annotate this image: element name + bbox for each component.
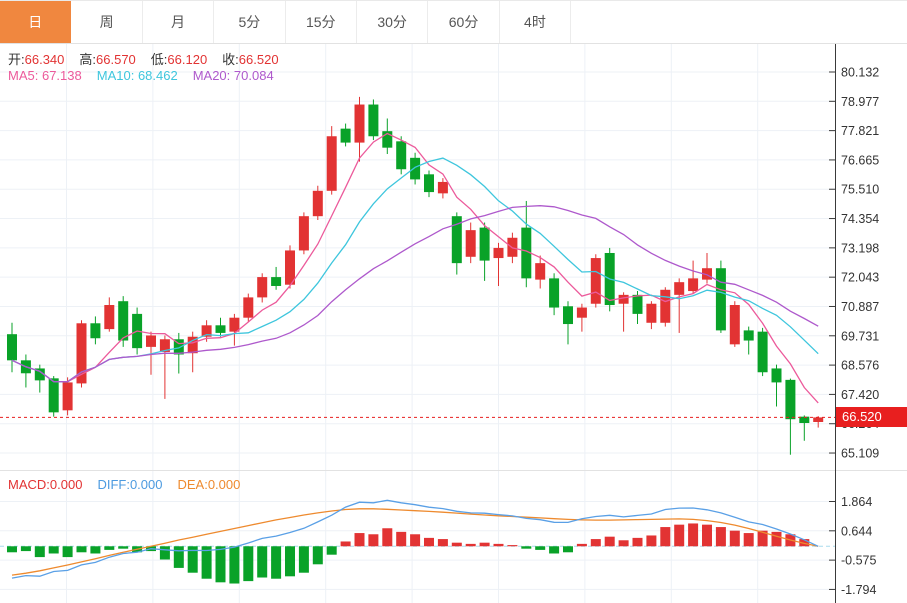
tab-15min[interactable]: 15分 — [286, 1, 357, 43]
svg-text:-0.575: -0.575 — [841, 554, 876, 568]
ma10-value: MA10: 68.462 — [97, 68, 178, 83]
tab-month[interactable]: 月 — [143, 1, 214, 43]
svg-text:77.821: 77.821 — [841, 124, 879, 138]
svg-text:78.977: 78.977 — [841, 95, 879, 109]
svg-text:75.510: 75.510 — [841, 183, 879, 197]
candlestick-chart[interactable]: 80.132 78.977 77.821 76.665 75.510 74.354 73.1… — [0, 44, 907, 470]
svg-text:68.576: 68.576 — [841, 359, 879, 373]
svg-text:70.887: 70.887 — [841, 300, 879, 314]
low-value: 低:66.120 — [151, 49, 207, 68]
svg-text:74.354: 74.354 — [841, 212, 879, 226]
tab-week[interactable]: 周 — [71, 1, 142, 43]
high-value: 高:66.570 — [79, 49, 135, 68]
svg-text:-1.794: -1.794 — [841, 583, 876, 597]
tab-60min[interactable]: 60分 — [428, 1, 499, 43]
ohlc-legend: 开:66.340 高:66.570 低:66.120 收:66.520 — [8, 49, 279, 68]
diff-value: DIFF:0.000 — [97, 477, 162, 492]
tab-5min[interactable]: 5分 — [214, 1, 285, 43]
svg-text:72.043: 72.043 — [841, 271, 879, 285]
tab-4hour[interactable]: 4时 — [500, 1, 571, 43]
close-value: 收:66.520 — [222, 49, 278, 68]
macd-value: MACD:0.000 — [8, 477, 82, 492]
open-value: 开:66.340 — [8, 49, 64, 68]
svg-text:65.109: 65.109 — [841, 447, 879, 461]
svg-text:1.864: 1.864 — [841, 495, 872, 509]
svg-text:69.731: 69.731 — [841, 329, 879, 343]
svg-text:76.665: 76.665 — [841, 153, 879, 167]
ma20-value: MA20: 70.084 — [193, 68, 274, 83]
svg-text:80.132: 80.132 — [841, 66, 879, 80]
svg-text:73.198: 73.198 — [841, 241, 879, 255]
svg-text:0.644: 0.644 — [841, 524, 872, 538]
kline-chart-window: 日 周 月 5分 15分 30分 60分 4时 开:66.340 高:66.57… — [0, 0, 907, 603]
timeframe-tabbar: 日 周 月 5分 15分 30分 60分 4时 — [0, 0, 907, 44]
ma-legend: MA5: 67.138 MA10: 68.462 MA20: 70.084 — [8, 68, 274, 83]
ma5-value: MA5: 67.138 — [8, 68, 82, 83]
svg-text:67.420: 67.420 — [841, 388, 879, 402]
tab-day[interactable]: 日 — [0, 1, 71, 43]
dea-value: DEA:0.000 — [177, 477, 240, 492]
current-price-tag: 66.520 — [836, 407, 907, 427]
tab-30min[interactable]: 30分 — [357, 1, 428, 43]
macd-legend: MACD:0.000 DIFF:0.000 DEA:0.000 — [8, 477, 240, 492]
